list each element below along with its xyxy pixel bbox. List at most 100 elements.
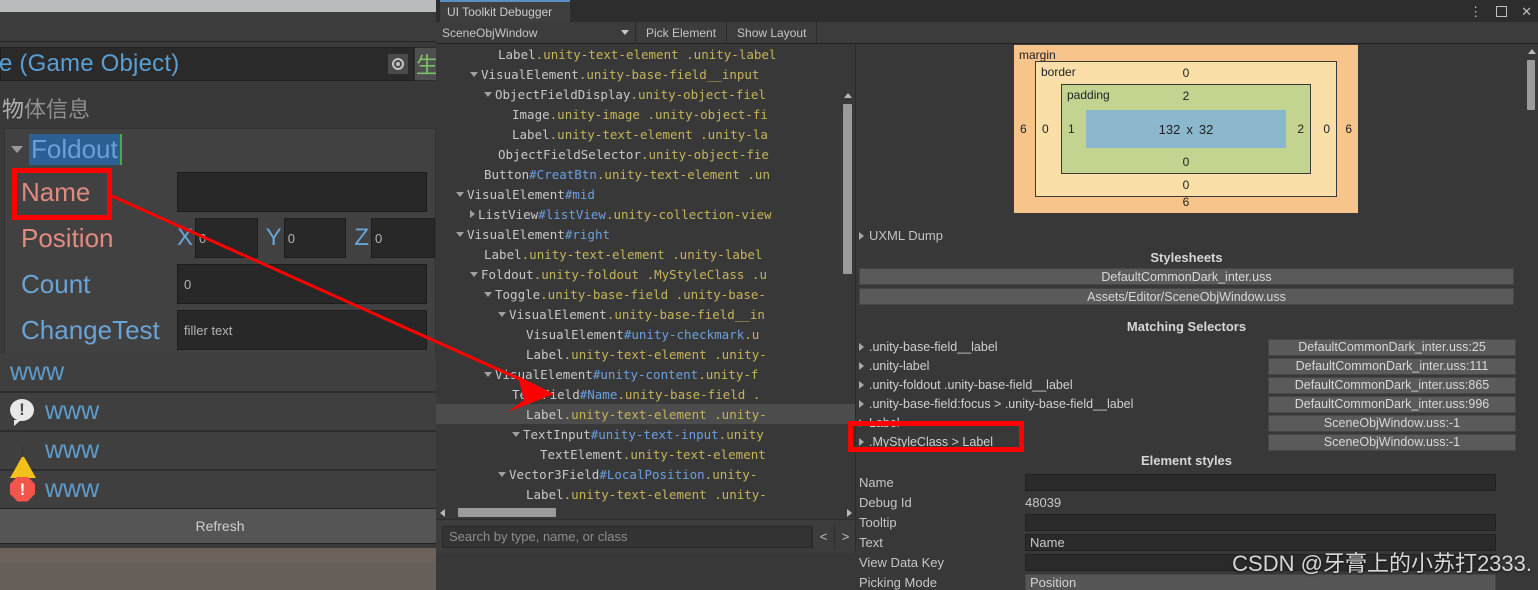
position-y-input[interactable]: 0 [283,218,347,258]
matching-selector-row[interactable]: .unity-foldout .unity-base-field__label D… [857,376,1516,394]
search-next-button[interactable]: > [834,524,855,549]
kebab-menu-icon[interactable]: ⋮ [1469,5,1482,18]
list-item[interactable]: ! www [0,432,440,478]
tree-hscroll-thumb[interactable] [458,508,556,517]
chevron-down-icon[interactable] [498,471,506,477]
chevron-down-icon[interactable] [456,231,464,237]
element-style-value[interactable] [1025,473,1496,491]
tree-row[interactable]: VisualElement .unity-base-field__input [436,64,855,84]
tree-row-classes: .unity-foldout .MyStyleClass .u [533,266,767,282]
matching-selector-row[interactable]: Label SceneObjWindow.uss:-1 [857,414,1516,432]
hierarchy-tree-panel[interactable]: Label .unity-text-element .unity-label Vi… [436,44,856,553]
chevron-right-icon[interactable] [859,343,864,351]
tree-row[interactable]: Label .unity-text-element .unity-la [436,124,855,144]
inspector-vertical-scrollbar[interactable] [1526,46,1536,221]
chevron-right-icon[interactable] [859,419,864,427]
matching-selector-source[interactable]: SceneObjWindow.uss:-1 [1268,433,1516,451]
inspector-vscroll-thumb[interactable] [1527,60,1535,110]
tree-row[interactable]: VisualElement #unity-content .unity-f [436,364,855,384]
chevron-down-icon[interactable] [484,291,492,297]
tree-row[interactable]: ObjectFieldSelector .unity-object-fie [436,144,855,164]
tree-horizontal-scrollbar[interactable] [436,506,855,519]
stylesheet-button[interactable]: DefaultCommonDark_inter.uss [859,268,1514,285]
chevron-right-icon[interactable] [859,381,864,389]
panel-selector-dropdown[interactable]: SceneObjWindow [436,22,636,43]
tree-row[interactable]: TextField #Name .unity-base-field . [436,384,855,404]
refresh-button[interactable]: Refresh [0,508,440,544]
tree-row[interactable]: Foldout .unity-foldout .MyStyleClass .u [436,264,855,284]
tree-row-classes: .unity-text-element [622,446,766,462]
tree-row[interactable]: VisualElement #right [436,224,855,244]
tree-row[interactable]: Image .unity-image .unity-object-fi [436,104,855,124]
target-picker-icon[interactable] [387,53,409,75]
chevron-right-icon[interactable] [859,362,864,370]
tree-vertical-scrollbar[interactable] [842,90,853,553]
chevron-down-icon[interactable] [470,271,478,277]
tree-row[interactable]: Label .unity-text-element .unity-label [436,44,855,64]
scroll-left-arrow-icon[interactable] [436,508,449,517]
tree-row[interactable]: TextElement .unity-text-element [436,444,855,464]
tree-row[interactable]: Label .unity-text-element .unity- [436,484,855,504]
tree-row[interactable]: Vector3Field #LocalPosition .unity- [436,464,855,484]
stylesheet-button[interactable]: Assets/Editor/SceneObjWindow.uss [859,288,1514,305]
list-item[interactable]: www [0,354,440,393]
tree-row[interactable]: TextInput #unity-text-input .unity [436,424,855,444]
matching-selector-source[interactable]: DefaultCommonDark_inter.uss:996 [1268,395,1516,413]
tree-row[interactable]: VisualElement #mid [436,184,855,204]
name-field-input[interactable] [177,172,427,212]
object-field[interactable]: e (Game Object) [0,47,414,81]
matching-selector-row[interactable]: .unity-base-field__label DefaultCommonDar… [857,338,1516,356]
chevron-down-icon[interactable] [11,145,23,153]
uxml-dump-foldout[interactable]: UXML Dump [859,228,943,243]
changetest-field-input[interactable]: filler text [177,310,427,350]
search-input[interactable]: Search by type, name, or class [442,525,812,548]
list-item[interactable]: ! www [0,471,440,510]
chevron-right-icon[interactable] [470,210,475,218]
show-layout-button[interactable]: Show Layout [727,22,818,43]
pick-element-button[interactable]: Pick Element [636,22,728,43]
chevron-down-icon[interactable] [512,431,520,437]
tree-vscroll-thumb[interactable] [843,104,852,274]
matching-selector-source[interactable]: DefaultCommonDark_inter.uss:865 [1268,376,1516,394]
tree-row-classes: .unity-object-fie [641,146,769,162]
chevron-down-icon[interactable] [470,71,478,77]
tree-row[interactable]: Button #CreatBtn .unity-text-element .un [436,164,855,184]
scroll-up-arrow-icon[interactable] [842,90,853,101]
tree-row-type: VisualElement [526,326,624,342]
tree-row[interactable]: Toggle .unity-base-field .unity-base- [436,284,855,304]
close-icon[interactable]: ✕ [1521,5,1532,18]
position-x-input[interactable]: 0 [195,218,258,258]
maximize-icon[interactable] [1496,5,1508,17]
count-field-row: Count 0 [5,261,435,307]
position-z-input[interactable]: 0 [371,218,436,258]
chevron-down-icon[interactable] [484,91,492,97]
scroll-right-arrow-icon[interactable] [843,508,855,517]
matching-selector-source[interactable]: SceneObjWindow.uss:-1 [1268,414,1516,432]
tree-row-type: Label [526,346,564,362]
chevron-down-icon[interactable] [484,371,492,377]
tree-row[interactable]: Label .unity-text-element .unity-label [436,244,855,264]
tree-row[interactable]: ListView #listView .unity-collection-vie… [436,204,855,224]
chevron-right-icon[interactable] [859,400,864,408]
tab-ui-toolkit-debugger[interactable]: UI Toolkit Debugger [440,0,570,22]
list-item[interactable]: ! www [0,393,440,432]
matching-selector-row[interactable]: .unity-label DefaultCommonDark_inter.uss:… [857,357,1516,375]
chevron-down-icon[interactable] [498,311,506,317]
matching-selector-row[interactable]: .MyStyleClass > Label SceneObjWindow.uss:… [857,433,1516,451]
matching-selector-source[interactable]: DefaultCommonDark_inter.uss:25 [1268,338,1516,356]
tree-row[interactable]: Label .unity-text-element .unity- [436,344,855,364]
search-prev-button[interactable]: < [812,524,834,549]
tree-row[interactable]: Label .unity-text-element .unity- [436,404,855,424]
tree-row[interactable]: VisualElement .unity-base-field__in [436,304,855,324]
foldout-header[interactable]: Foldout [5,129,435,169]
tree-row[interactable]: ObjectFieldDisplay .unity-object-fiel [436,84,855,104]
chevron-down-icon[interactable] [456,191,464,197]
scroll-up-arrow-icon[interactable] [1526,46,1537,57]
matching-selector-source[interactable]: DefaultCommonDark_inter.uss:111 [1268,357,1516,375]
tree-row[interactable]: VisualElement #unity-checkmark .u [436,324,855,344]
count-field-input[interactable]: 0 [177,264,427,304]
matching-selectors-heading: Matching Selectors [1126,319,1247,334]
element-style-value[interactable] [1025,513,1496,531]
chevron-right-icon[interactable] [859,438,864,446]
matching-selector-row[interactable]: .unity-base-field:focus > .unity-base-fi… [857,395,1516,413]
